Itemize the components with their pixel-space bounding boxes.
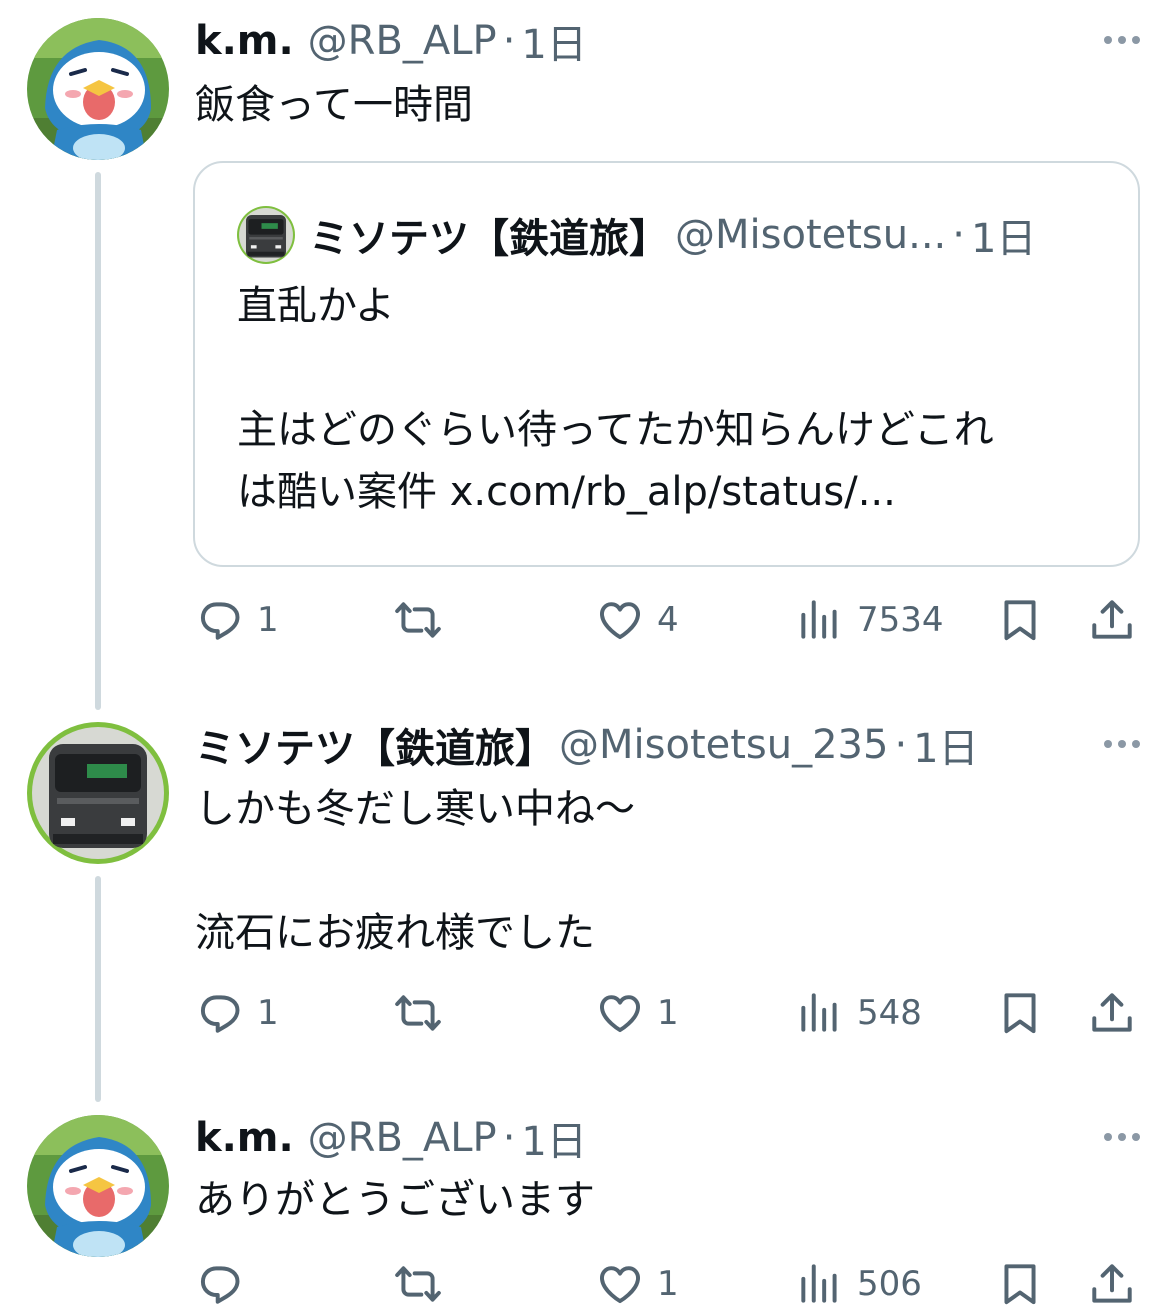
tweet-text: 飯食って一時間 bbox=[195, 82, 473, 128]
retweet-button[interactable] bbox=[393, 592, 455, 648]
bookmark-icon bbox=[995, 1259, 1045, 1309]
views-count: 7534 bbox=[857, 600, 944, 640]
reply-button[interactable]: 1 bbox=[195, 985, 279, 1041]
bookmark-button[interactable] bbox=[995, 985, 1045, 1041]
quoted-tweet-text: 直乱かよ 主はどのぐらい待ってたか知らんけどこれ は酷い案件 x.com/rb_… bbox=[237, 283, 994, 515]
tweet-3[interactable]: k.m. @RB_ALP · 1日 ありがとうございます 1 506 bbox=[0, 1097, 1170, 1304]
retweet-button[interactable] bbox=[393, 985, 455, 1041]
reply-count: 1 bbox=[257, 600, 279, 640]
action-bar: 1 506 bbox=[195, 1256, 1140, 1312]
share-button[interactable] bbox=[1087, 985, 1137, 1041]
heart-icon bbox=[595, 595, 645, 645]
quoted-timestamp: 1日 bbox=[970, 216, 1037, 262]
bookmark-icon bbox=[995, 988, 1045, 1038]
display-name[interactable]: k.m. bbox=[195, 18, 294, 64]
retweet-icon bbox=[393, 595, 443, 645]
share-button[interactable] bbox=[1087, 1256, 1137, 1312]
views-icon bbox=[795, 595, 845, 645]
views-button[interactable]: 506 bbox=[795, 1256, 922, 1312]
quoted-avatar-train-image bbox=[237, 206, 295, 264]
reply-count: 1 bbox=[257, 993, 279, 1033]
like-button[interactable]: 4 bbox=[595, 592, 679, 648]
avatar-penguin-image bbox=[27, 18, 169, 160]
retweet-icon bbox=[393, 1259, 443, 1309]
like-count: 1 bbox=[657, 993, 679, 1033]
timestamp[interactable]: 1日 bbox=[521, 1109, 586, 1167]
action-bar: 1 1 548 bbox=[195, 985, 1140, 1041]
user-handle[interactable]: @Misotetsu_235 bbox=[559, 722, 888, 768]
avatar[interactable] bbox=[27, 1115, 169, 1257]
bookmark-button[interactable] bbox=[995, 592, 1045, 648]
like-count: 1 bbox=[657, 1264, 679, 1304]
quoted-user-handle: @Misotetsu... bbox=[675, 212, 947, 258]
more-icon[interactable] bbox=[1104, 740, 1140, 748]
separator-dot: · bbox=[894, 722, 908, 768]
tweet-header: ミソテツ【鉄道旅】 @Misotetsu_235 · 1日 bbox=[195, 720, 979, 772]
more-icon[interactable] bbox=[1104, 36, 1140, 44]
tweet-1[interactable]: k.m. @RB_ALP · 1日 飯食って一時間 ミソテツ【鉄道旅】 @Mis… bbox=[0, 0, 1170, 710]
reply-button[interactable] bbox=[195, 1256, 257, 1312]
retweet-icon bbox=[393, 988, 443, 1038]
avatar-train-image bbox=[27, 722, 169, 864]
user-handle[interactable]: @RB_ALP bbox=[308, 18, 497, 64]
like-count: 4 bbox=[657, 600, 679, 640]
avatar[interactable] bbox=[27, 18, 169, 160]
views-button[interactable]: 548 bbox=[795, 985, 922, 1041]
views-icon bbox=[795, 988, 845, 1038]
reply-icon bbox=[195, 595, 245, 645]
share-button[interactable] bbox=[1087, 592, 1137, 648]
thread-line bbox=[95, 876, 101, 1102]
thread-line bbox=[95, 172, 101, 710]
avatar[interactable] bbox=[27, 722, 169, 864]
reply-button[interactable]: 1 bbox=[195, 592, 279, 648]
quoted-display-name: ミソテツ【鉄道旅】 bbox=[309, 216, 669, 262]
display-name[interactable]: ミソテツ【鉄道旅】 bbox=[195, 716, 555, 774]
like-button[interactable]: 1 bbox=[595, 1256, 679, 1312]
heart-icon bbox=[595, 988, 645, 1038]
avatar-penguin-image bbox=[27, 1115, 169, 1257]
views-count: 548 bbox=[857, 993, 922, 1033]
tweet-header: k.m. @RB_ALP · 1日 bbox=[195, 16, 587, 68]
action-bar: 1 4 7534 bbox=[195, 592, 1140, 648]
reply-icon bbox=[195, 988, 245, 1038]
tweet-text: ありがとうございます bbox=[195, 1177, 595, 1223]
timestamp[interactable]: 1日 bbox=[521, 12, 586, 70]
user-handle[interactable]: @RB_ALP bbox=[308, 1115, 497, 1161]
quoted-tweet-header: ミソテツ【鉄道旅】 @Misotetsu... · 1日 bbox=[237, 205, 1036, 265]
reply-icon bbox=[195, 1259, 245, 1309]
separator-dot: · bbox=[952, 212, 965, 258]
retweet-button[interactable] bbox=[393, 1256, 455, 1312]
separator-dot: · bbox=[502, 18, 516, 64]
views-count: 506 bbox=[857, 1264, 922, 1304]
timestamp[interactable]: 1日 bbox=[913, 716, 978, 774]
tweet-2[interactable]: ミソテツ【鉄道旅】 @Misotetsu_235 · 1日 しかも冬だし寒い中ね… bbox=[0, 704, 1170, 1104]
separator-dot: · bbox=[502, 1115, 516, 1161]
quoted-tweet[interactable]: ミソテツ【鉄道旅】 @Misotetsu... · 1日 直乱かよ 主はどのぐら… bbox=[193, 161, 1140, 567]
bookmark-icon bbox=[995, 595, 1045, 645]
tweet-text: しかも冬だし寒い中ね～ 流石にお疲れ様でした bbox=[195, 786, 635, 956]
share-icon bbox=[1087, 595, 1137, 645]
tweet-header: k.m. @RB_ALP · 1日 bbox=[195, 1113, 587, 1165]
heart-icon bbox=[595, 1259, 645, 1309]
views-button[interactable]: 7534 bbox=[795, 592, 944, 648]
bookmark-button[interactable] bbox=[995, 1256, 1045, 1312]
more-icon[interactable] bbox=[1104, 1133, 1140, 1141]
quoted-avatar bbox=[237, 206, 295, 264]
share-icon bbox=[1087, 988, 1137, 1038]
display-name[interactable]: k.m. bbox=[195, 1115, 294, 1161]
views-icon bbox=[795, 1259, 845, 1309]
like-button[interactable]: 1 bbox=[595, 985, 679, 1041]
share-icon bbox=[1087, 1259, 1137, 1309]
